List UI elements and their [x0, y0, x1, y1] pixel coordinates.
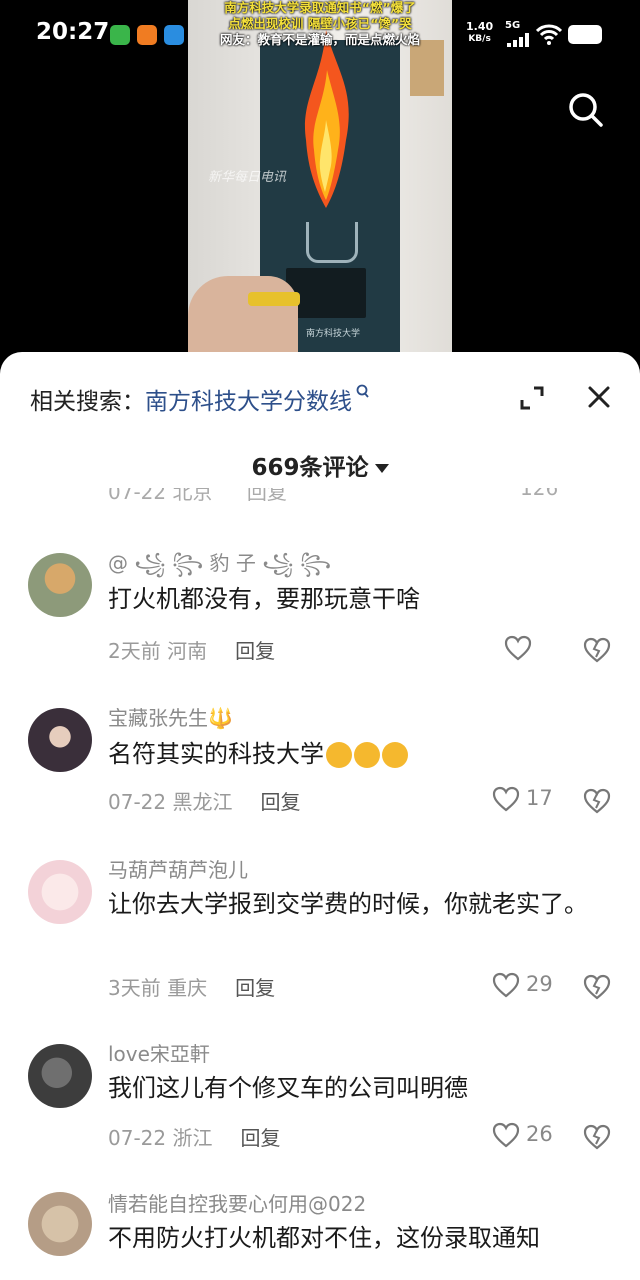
app-notification-icon	[110, 25, 130, 45]
comment-username[interactable]: love宋亞軒	[108, 1038, 210, 1067]
app-notification-icon	[164, 25, 184, 45]
like-button[interactable]	[504, 633, 568, 663]
comment-date: 2天前	[108, 639, 161, 663]
heart-icon	[492, 972, 520, 998]
reply-button[interactable]: 回复	[260, 790, 300, 814]
comment-username[interactable]: 情若能自控我要心何用@022	[108, 1188, 366, 1217]
comment-text: 打火机都没有，要那玩意干啥	[108, 585, 420, 613]
search-icon[interactable]	[356, 384, 370, 400]
broken-heart-icon[interactable]	[582, 786, 612, 816]
university-name-text: 南方科技大学	[306, 329, 361, 339]
comment-meta: 07-22 黑龙江 回复	[108, 786, 300, 815]
related-search: 相关搜索：南方科技大学分数线	[30, 382, 370, 416]
comment-username[interactable]: 宝藏张先生🔱	[108, 702, 233, 731]
hand	[188, 276, 298, 352]
comment-meta: 2天前 河南 回复	[108, 635, 275, 664]
comment-text: 我们这儿有个修叉车的公司叫明德	[108, 1074, 468, 1102]
thumbs-up-icon	[354, 742, 380, 768]
caret-down-icon	[374, 464, 389, 473]
comment-text: 让你去大学报到交学费的时候，你就老实了。	[108, 890, 588, 918]
comment-meta-partial: 07-22 北京 回复 126	[108, 488, 608, 510]
university-logo	[306, 222, 358, 263]
network-speed-value: 1.40	[466, 20, 494, 33]
like-count: 26	[526, 1122, 553, 1146]
status-bar: 20:27 1.40 KB/s 5G	[0, 0, 640, 70]
comment-count: 669条评论	[251, 455, 369, 481]
thumbs-up-icon	[326, 742, 352, 768]
comment-date: 3天前	[108, 976, 161, 1000]
broken-heart-icon[interactable]	[582, 1122, 612, 1152]
clock: 20:27	[36, 19, 110, 45]
like-count: 126	[520, 488, 559, 500]
avatar[interactable]	[28, 1044, 92, 1108]
heart-icon	[504, 635, 532, 661]
battery-icon	[568, 25, 602, 44]
like-button[interactable]: 26	[492, 1120, 556, 1150]
search-icon[interactable]	[564, 88, 608, 132]
wifi-icon	[536, 24, 562, 45]
comment-meta: 07-22 北京	[108, 488, 213, 504]
related-search-term[interactable]: 南方科技大学分数线	[145, 389, 352, 415]
broken-heart-icon[interactable]	[582, 972, 612, 1002]
network-type: 5G	[505, 20, 521, 31]
heart-icon	[492, 786, 520, 812]
avatar[interactable]	[28, 553, 92, 617]
comment-date: 07-22	[108, 1126, 167, 1150]
close-icon[interactable]	[586, 384, 612, 410]
comment-meta: 3天前 重庆 回复	[108, 972, 275, 1001]
like-count: 17	[526, 786, 553, 810]
comment-username[interactable]: 马葫芦葫芦泡儿	[108, 854, 248, 883]
avatar[interactable]	[28, 708, 92, 772]
heart-icon	[492, 1122, 520, 1148]
comment-text: 不用防火打火机都对不住，这份录取通知	[108, 1224, 540, 1252]
like-button[interactable]: 17	[492, 784, 556, 814]
reply-button[interactable]: 回复	[235, 976, 275, 1000]
avatar[interactable]	[28, 860, 92, 924]
comment-text: 名符其实的科技大学	[108, 736, 608, 772]
reply-button[interactable]: 回复	[240, 1126, 280, 1150]
comment-date: 07-22	[108, 790, 167, 814]
comment-location: 河南	[167, 639, 208, 663]
app-notification-icon	[137, 25, 157, 45]
related-search-label: 相关搜索：	[30, 389, 145, 415]
comment-text-body: 名符其实的科技大学	[108, 740, 324, 768]
comments-sheet[interactable]: 相关搜索：南方科技大学分数线 669条评论 07-22 北京 回复 126 @ …	[0, 352, 640, 1280]
comment-location: 重庆	[167, 976, 208, 1000]
comment-meta: 07-22 浙江 回复	[108, 1122, 280, 1151]
video-watermark: 新华每日电讯	[208, 170, 287, 185]
reply-button[interactable]: 回复	[247, 488, 287, 504]
like-button[interactable]: 29	[492, 970, 556, 1000]
broken-heart-icon[interactable]	[582, 635, 612, 665]
reply-button[interactable]: 回复	[235, 639, 275, 663]
lighter	[248, 292, 300, 306]
network-speed: 1.40 KB/s	[466, 20, 493, 46]
thumbs-up-icon	[382, 742, 408, 768]
comment-count-dropdown[interactable]: 669条评论	[0, 448, 640, 482]
expand-icon[interactable]	[518, 384, 546, 412]
comment-location: 黑龙江	[172, 790, 233, 814]
avatar[interactable]	[28, 1192, 92, 1256]
network-speed-unit: KB/s	[468, 34, 491, 44]
like-count: 29	[526, 972, 553, 996]
signal-icon	[507, 33, 529, 47]
comment-location: 浙江	[172, 1126, 213, 1150]
